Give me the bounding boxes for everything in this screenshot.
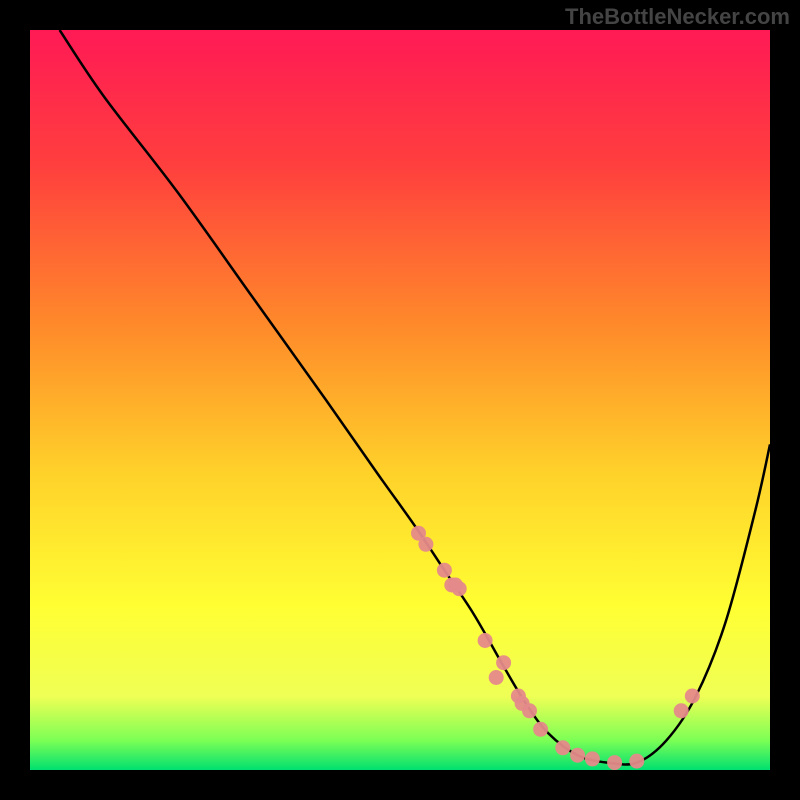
marker-point (496, 655, 511, 670)
marker-point (489, 670, 504, 685)
chart-svg (30, 30, 770, 770)
marker-point (685, 689, 700, 704)
marker-point (533, 722, 548, 737)
marker-point (555, 740, 570, 755)
marker-point (629, 754, 644, 769)
marker-point (585, 751, 600, 766)
marker-point (437, 563, 452, 578)
watermark-text: TheBottleNecker.com (565, 4, 790, 30)
marker-point (452, 581, 467, 596)
gradient-background (30, 30, 770, 770)
plot-area (30, 30, 770, 770)
marker-point (478, 633, 493, 648)
marker-point (607, 755, 622, 770)
marker-point (418, 537, 433, 552)
marker-point (674, 703, 689, 718)
marker-point (570, 748, 585, 763)
marker-point (522, 703, 537, 718)
chart-container: TheBottleNecker.com (0, 0, 800, 800)
